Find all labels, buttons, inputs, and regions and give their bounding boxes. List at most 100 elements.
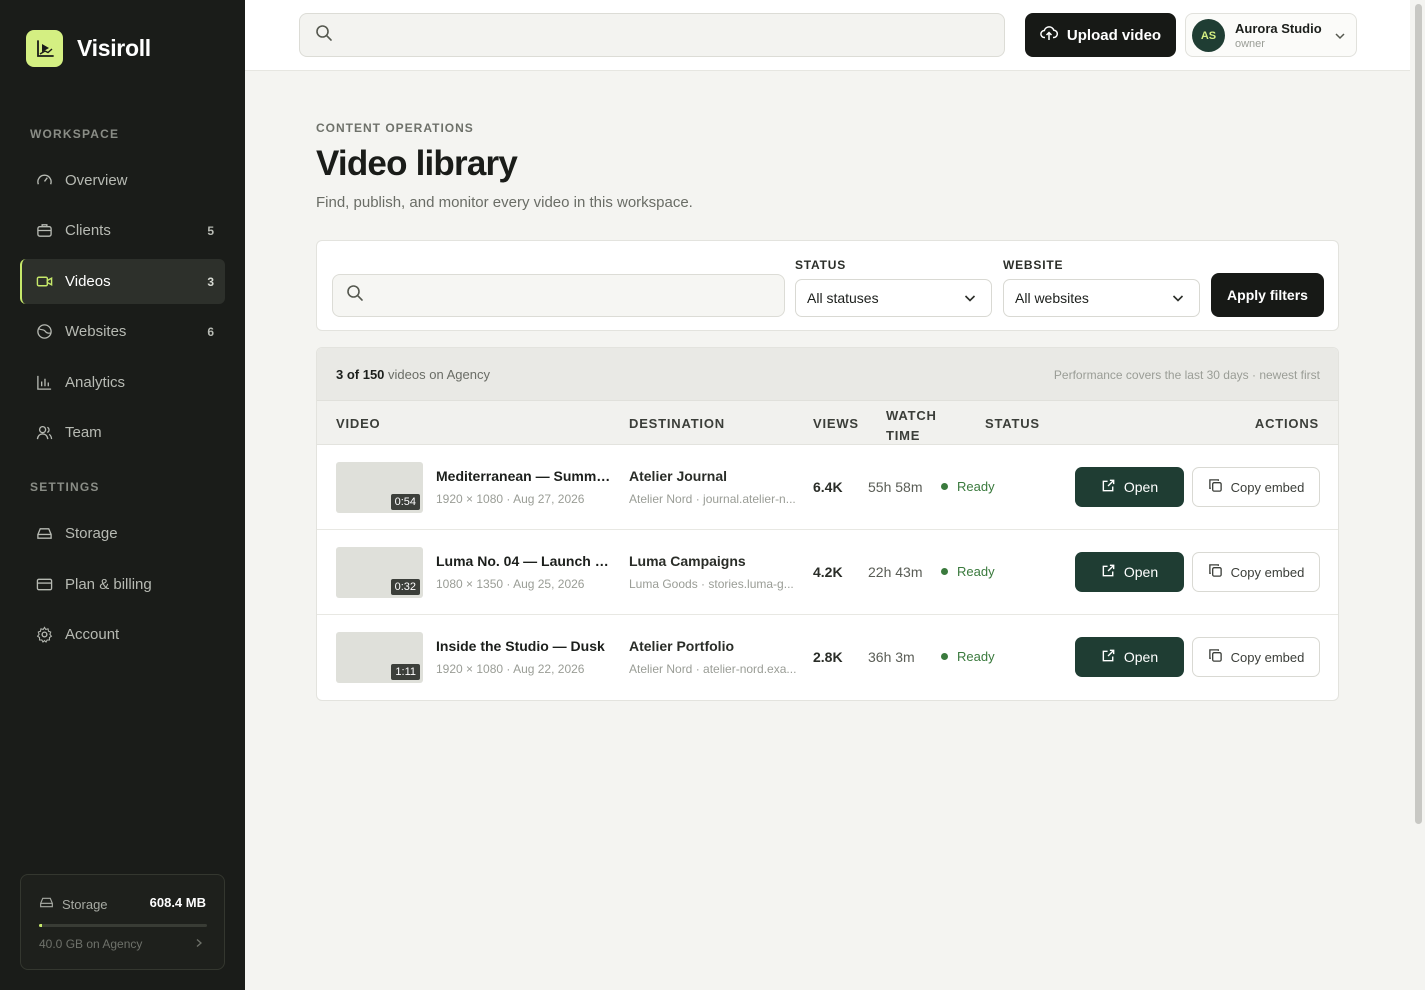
video-thumbnail[interactable]: 0:54 [336, 462, 423, 513]
sidebar-item-label: Clients [65, 222, 111, 239]
video-search-input[interactable] [374, 287, 774, 304]
video-search[interactable] [332, 274, 785, 317]
table-header: VIDEO DESTINATION VIEWS WATCH TIME STATU… [317, 401, 1338, 445]
open-button[interactable]: Open [1075, 467, 1184, 507]
views-value: 4.2K [813, 564, 843, 580]
open-button-label: Open [1123, 564, 1159, 580]
video-duration: 0:54 [390, 494, 420, 510]
status-dot-icon [941, 653, 948, 660]
video-title[interactable]: Inside the Studio — Dusk [436, 638, 614, 654]
sidebar-item-team[interactable]: Team [20, 410, 225, 455]
destination-name: Luma Campaigns [629, 553, 746, 569]
open-button[interactable]: Open [1075, 552, 1184, 592]
copy-embed-label: Copy embed [1230, 479, 1305, 495]
video-duration: 1:11 [391, 664, 420, 680]
sidebar: Visiroll WORKSPACE Overview Clients 5 Vi… [0, 0, 245, 990]
video-meta: 1080 × 1350 · Aug 25, 2026 [436, 577, 585, 591]
result-count-number: 3 of 150 [336, 367, 385, 382]
workspace-section-label: WORKSPACE [30, 127, 120, 141]
sidebar-item-clients[interactable]: Clients 5 [20, 208, 225, 253]
video-meta: 1920 × 1080 · Aug 22, 2026 [436, 662, 585, 676]
website-select[interactable]: All websites [1003, 279, 1200, 317]
apply-filters-button[interactable]: Apply filters [1211, 273, 1324, 317]
global-search[interactable] [299, 13, 1005, 57]
video-thumbnail[interactable]: 0:32 [336, 547, 423, 598]
scrollbar-thumb[interactable] [1415, 4, 1422, 824]
table-row[interactable]: 0:54 Mediterranean — Summe... 1920 × 108… [317, 445, 1338, 530]
sidebar-item-label: Plan & billing [65, 576, 152, 593]
storage-label-row: Storage [39, 895, 108, 913]
sidebar-item-analytics[interactable]: Analytics [20, 360, 225, 405]
video-title[interactable]: Mediterranean — Summe... [436, 468, 614, 484]
drive-icon [39, 895, 54, 913]
chevron-right-icon [194, 935, 204, 953]
destination-url: Luma Goods · stories.luma-g... [629, 577, 794, 591]
video-duration: 0:32 [390, 579, 420, 595]
account-role: owner [1235, 38, 1265, 50]
copy-embed-button[interactable]: Copy embed [1192, 467, 1320, 507]
avatar: AS [1192, 19, 1225, 52]
status-text: Ready [957, 479, 995, 494]
performance-note: Performance covers the last 30 days · ne… [1053, 368, 1320, 382]
bar-chart-icon [35, 374, 53, 392]
chevron-down-icon [1171, 291, 1185, 308]
upload-video-button[interactable]: Upload video [1025, 13, 1176, 57]
open-button[interactable]: Open [1075, 637, 1184, 677]
sidebar-item-count: 6 [207, 324, 214, 339]
sidebar-item-plan-billing[interactable]: Plan & billing [20, 562, 225, 607]
page-eyebrow: CONTENT OPERATIONS [316, 121, 474, 135]
page-subtitle: Find, publish, and monitor every video i… [316, 194, 693, 211]
page-scrollbar[interactable] [1412, 0, 1425, 990]
status-dot-icon [941, 483, 948, 490]
table-row[interactable]: 0:32 Luma No. 04 — Launch St... 1080 × 1… [317, 530, 1338, 615]
table-row[interactable]: 1:11 Inside the Studio — Dusk 1920 × 108… [317, 615, 1338, 700]
sidebar-item-websites[interactable]: Websites 6 [20, 309, 225, 354]
sidebar-item-label: Overview [65, 172, 128, 189]
storage-progress-bar [39, 924, 207, 927]
topbar: Upload video AS Aurora Studio owner [245, 0, 1410, 71]
website-select-value: All websites [1015, 290, 1089, 306]
sidebar-item-storage[interactable]: Storage [20, 511, 225, 556]
column-header-actions: ACTIONS [1254, 416, 1319, 431]
copy-icon [1208, 563, 1223, 581]
destination-url: Atelier Nord · atelier-nord.exa... [629, 662, 797, 676]
sidebar-item-label: Analytics [65, 374, 126, 391]
views-value: 2.8K [813, 649, 843, 665]
copy-embed-button[interactable]: Copy embed [1192, 637, 1320, 677]
video-camera-icon [35, 273, 53, 291]
column-header-status[interactable]: STATUS [985, 416, 1040, 431]
account-switcher[interactable]: AS Aurora Studio owner [1185, 13, 1357, 57]
users-icon [35, 424, 53, 442]
destination-name: Atelier Journal [629, 468, 728, 484]
sidebar-item-label: Videos [65, 273, 111, 290]
globe-icon [35, 323, 53, 341]
search-icon [315, 24, 333, 47]
storage-card[interactable]: Storage 608.4 MB 40.0 GB on Agency [20, 874, 225, 970]
status-select[interactable]: All statuses [795, 279, 992, 317]
column-header-watch-line1: WATCH [886, 408, 937, 423]
account-name: Aurora Studio [1235, 21, 1322, 36]
status-badge: Ready [941, 564, 995, 579]
column-header-video[interactable]: VIDEO [336, 416, 380, 431]
sidebar-item-overview[interactable]: Overview [20, 158, 225, 203]
global-search-input[interactable] [343, 27, 983, 43]
settings-section-label: SETTINGS [30, 480, 100, 494]
video-title[interactable]: Luma No. 04 — Launch St... [436, 553, 614, 569]
brand[interactable]: Visiroll [26, 30, 151, 67]
video-thumbnail[interactable]: 1:11 [336, 632, 423, 683]
sidebar-item-label: Team [65, 424, 102, 441]
column-header-watch-line2: TIME [886, 428, 921, 443]
sidebar-item-videos[interactable]: Videos 3 [20, 259, 225, 304]
copy-embed-button[interactable]: Copy embed [1192, 552, 1320, 592]
open-button-label: Open [1123, 649, 1159, 665]
status-filter-label: STATUS [795, 258, 847, 272]
brand-name: Visiroll [77, 35, 151, 61]
chevron-down-icon [1334, 29, 1346, 47]
briefcase-icon [35, 222, 53, 240]
sidebar-item-account[interactable]: Account [20, 612, 225, 657]
column-header-destination[interactable]: DESTINATION [629, 416, 725, 431]
column-header-views[interactable]: VIEWS [813, 416, 859, 431]
filter-bar: STATUS All statuses WEBSITE All websites… [316, 240, 1339, 331]
cloud-upload-icon [1040, 24, 1058, 46]
column-header-watch-time[interactable]: WATCH TIME [886, 406, 937, 446]
